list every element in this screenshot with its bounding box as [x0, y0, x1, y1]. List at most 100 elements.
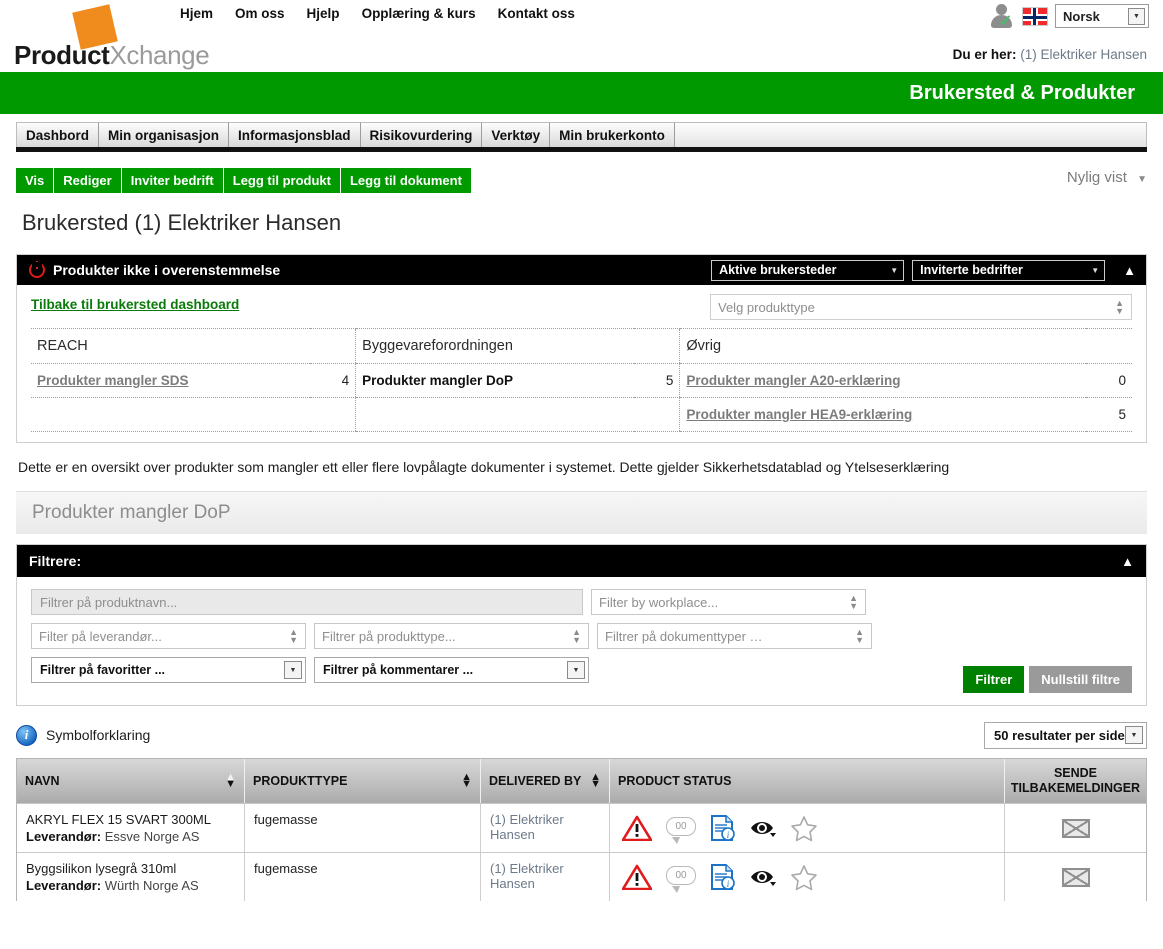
- comment-count: 00: [666, 817, 696, 836]
- supplier-name: Essve Norge AS: [104, 829, 200, 844]
- supplier-label: Leverandør:: [26, 829, 102, 844]
- column-header-sende-tilbakemeldinger: SENDE TILBAKEMELDINGER: [1005, 759, 1146, 803]
- updown-arrows-icon: ▲ ▼: [849, 593, 858, 611]
- warning-triangle-icon[interactable]: [622, 815, 652, 841]
- summary-ovrig-link-2[interactable]: Produkter mangler HEA9-erklæring: [679, 397, 1086, 432]
- legend-label[interactable]: Symbolforklaring: [46, 727, 150, 743]
- produkter-mangler-sds-link[interactable]: Produkter mangler SDS: [37, 373, 189, 388]
- envelope-icon[interactable]: [1061, 818, 1090, 838]
- cell-send-feedback: [1005, 853, 1146, 901]
- product-name[interactable]: Byggsilikon lysegrå 310ml: [26, 861, 235, 876]
- supplier-filter-select[interactable]: Filter på leverandør... ▲ ▼: [31, 623, 306, 649]
- language-select[interactable]: Norsk ▼: [1055, 4, 1149, 28]
- column-header-produkttype[interactable]: PRODUKTTYPE ▲ ▼: [245, 759, 481, 803]
- document-info-icon[interactable]: i: [710, 814, 736, 842]
- summary-bygge-empty: [355, 397, 634, 432]
- column-label-sende-tilbakemeldinger: SENDE TILBAKEMELDINGER: [1010, 766, 1141, 795]
- summary-reach-link[interactable]: Produkter mangler SDS: [31, 363, 310, 398]
- column-header-product-status: PRODUCT STATUS: [610, 759, 1005, 803]
- legg-til-produkt-button[interactable]: Legg til produkt: [223, 168, 341, 193]
- produkter-mangler-hea9-link[interactable]: Produkter mangler HEA9-erklæring: [686, 407, 912, 422]
- filter-row-2: Filter på leverandør... ▲ ▼ Filtrer på pr…: [31, 623, 1132, 649]
- user-area: ✓ Norsk ▼: [989, 3, 1149, 30]
- summary-bygge-label[interactable]: Produkter mangler DoP: [355, 363, 634, 398]
- rediger-button[interactable]: Rediger: [54, 168, 122, 193]
- cell-producttype: fugemasse: [245, 804, 481, 852]
- products-table-header: NAVN ▲ ▼ PRODUKTTYPE ▲ ▼ DELIVERED BY ▲ ▼ P…: [17, 759, 1146, 803]
- comment-bubble-icon[interactable]: 00: [666, 866, 696, 893]
- collapse-panel-icon[interactable]: ▲: [1123, 263, 1136, 278]
- products-table: NAVN ▲ ▼ PRODUKTTYPE ▲ ▼ DELIVERED BY ▲ ▼ P…: [16, 758, 1147, 901]
- producttype-filter-select[interactable]: Filtrer på produkttype... ▲ ▼: [314, 623, 589, 649]
- summary-ovrig-link[interactable]: Produkter mangler A20-erklæring: [679, 363, 1086, 398]
- top-bar: ProductXchange Hjem Om oss Hjelp Opplæring …: [0, 0, 1163, 72]
- column-header-navn[interactable]: NAVN ▲ ▼: [17, 759, 245, 803]
- sort-arrows-icon[interactable]: ▲ ▼: [461, 772, 472, 790]
- noncompliance-summary-table: REACH Byggevareforordningen Øvrig Produk…: [31, 328, 1132, 432]
- envelope-icon[interactable]: [1061, 867, 1090, 887]
- column-header-delivered-by[interactable]: DELIVERED BY ▲ ▼: [481, 759, 610, 803]
- chevron-down-icon: ▼: [284, 661, 302, 679]
- vis-button[interactable]: Vis: [16, 168, 55, 193]
- star-icon[interactable]: [790, 815, 818, 842]
- filter-panel-header: Filtrere: ▲: [17, 545, 1146, 577]
- cell-product-status: 00 i: [610, 804, 1005, 852]
- comments-filter-select[interactable]: Filtrer på kommentarer ... ▼: [314, 657, 589, 683]
- recently-viewed-dropdown[interactable]: Nylig vist ▼: [1067, 169, 1147, 186]
- comment-bubble-icon[interactable]: 00: [666, 817, 696, 844]
- norway-flag-icon: [1022, 6, 1048, 26]
- favourites-filter-select[interactable]: Filtrer på favoritter ... ▼: [31, 657, 306, 683]
- back-to-workplace-dashboard-link[interactable]: Tilbake til brukersted dashboard: [31, 297, 239, 312]
- user-verified-icon[interactable]: ✓: [989, 3, 1015, 30]
- filter-action-buttons: Filtrer Nullstill filtre: [963, 666, 1132, 693]
- legend-row: i Symbolforklaring 50 resultater per sid…: [16, 720, 1147, 750]
- nav-item-hjelp[interactable]: Hjelp: [307, 6, 340, 21]
- cell-delivered-by[interactable]: (1) Elektriker Hansen: [481, 853, 610, 901]
- section-header: Produkter mangler DoP: [16, 491, 1147, 534]
- nav-item-kontakt[interactable]: Kontakt oss: [498, 6, 575, 21]
- product-name-filter-input[interactable]: Filtrer på produktnavn...: [31, 589, 583, 615]
- active-workplaces-select[interactable]: Aktive brukersteder ▼: [711, 259, 905, 281]
- reset-filter-button[interactable]: Nullstill filtre: [1029, 666, 1132, 693]
- nav-item-om-oss[interactable]: Om oss: [235, 6, 285, 21]
- tab-min-brukerkonto[interactable]: Min brukerkonto: [550, 122, 675, 147]
- cell-delivered-by[interactable]: (1) Elektriker Hansen: [481, 804, 610, 852]
- invited-companies-select[interactable]: Inviterte bedrifter ▼: [912, 259, 1106, 281]
- summary-ovrig-count-2: 5: [1086, 397, 1132, 432]
- column-label-product-status: PRODUCT STATUS: [618, 774, 732, 788]
- eye-icon[interactable]: [750, 868, 776, 886]
- noncompliance-panel: Produkter ikke i overenstemmelse Aktive …: [16, 254, 1147, 443]
- tab-dashbord[interactable]: Dashbord: [16, 122, 100, 147]
- sort-arrows-icon[interactable]: ▲ ▼: [225, 772, 236, 790]
- product-name[interactable]: AKRYL FLEX 15 SVART 300ML: [26, 812, 235, 827]
- tab-informasjonsblad[interactable]: Informasjonsblad: [229, 122, 361, 147]
- chevron-down-icon: ▼: [1125, 726, 1143, 744]
- documenttype-filter-select[interactable]: Filtrer på dokumenttyper … ▲ ▼: [597, 623, 872, 649]
- product-type-select[interactable]: Velg produkttype ▲ ▼: [710, 294, 1132, 320]
- results-per-page-select[interactable]: 50 resultater per side ▼: [984, 721, 1147, 749]
- filter-panel-title: Filtrere:: [29, 553, 82, 569]
- tab-verktoy[interactable]: Verktøy: [482, 122, 551, 147]
- apply-filter-button[interactable]: Filtrer: [963, 666, 1025, 693]
- star-icon[interactable]: [790, 864, 818, 891]
- column-label-produkttype: PRODUKTTYPE: [253, 774, 348, 788]
- document-info-icon[interactable]: i: [710, 863, 736, 891]
- info-icon[interactable]: i: [16, 724, 37, 746]
- table-row: Byggsilikon lysegrå 310ml Leverandør: Wü…: [17, 852, 1146, 901]
- top-navigation: Hjem Om oss Hjelp Opplæring & kurs Kontakt o…: [180, 6, 597, 21]
- workplace-filter-select[interactable]: Filter by workplace... ▲ ▼: [591, 589, 866, 615]
- eye-icon[interactable]: [750, 819, 776, 837]
- legg-til-dokument-button[interactable]: Legg til dokument: [340, 168, 471, 193]
- nav-item-opplaering[interactable]: Opplæring & kurs: [362, 6, 476, 21]
- nav-item-hjem[interactable]: Hjem: [180, 6, 213, 21]
- sort-arrows-icon[interactable]: ▲ ▼: [590, 772, 601, 790]
- inviter-bedrift-button[interactable]: Inviter bedrift: [121, 168, 224, 193]
- warning-triangle-icon[interactable]: [622, 864, 652, 890]
- main-tabs: Dashbord Min organisasjon Informasjonsbl…: [16, 122, 1147, 152]
- breadcrumb-value[interactable]: (1) Elektriker Hansen: [1020, 47, 1147, 62]
- collapse-filter-icon[interactable]: ▲: [1121, 554, 1134, 569]
- tab-min-organisasjon[interactable]: Min organisasjon: [99, 122, 230, 147]
- produkter-mangler-a20-link[interactable]: Produkter mangler A20-erklæring: [686, 373, 900, 388]
- tab-risikovurdering[interactable]: Risikovurdering: [360, 122, 483, 147]
- comment-count: 00: [666, 866, 696, 885]
